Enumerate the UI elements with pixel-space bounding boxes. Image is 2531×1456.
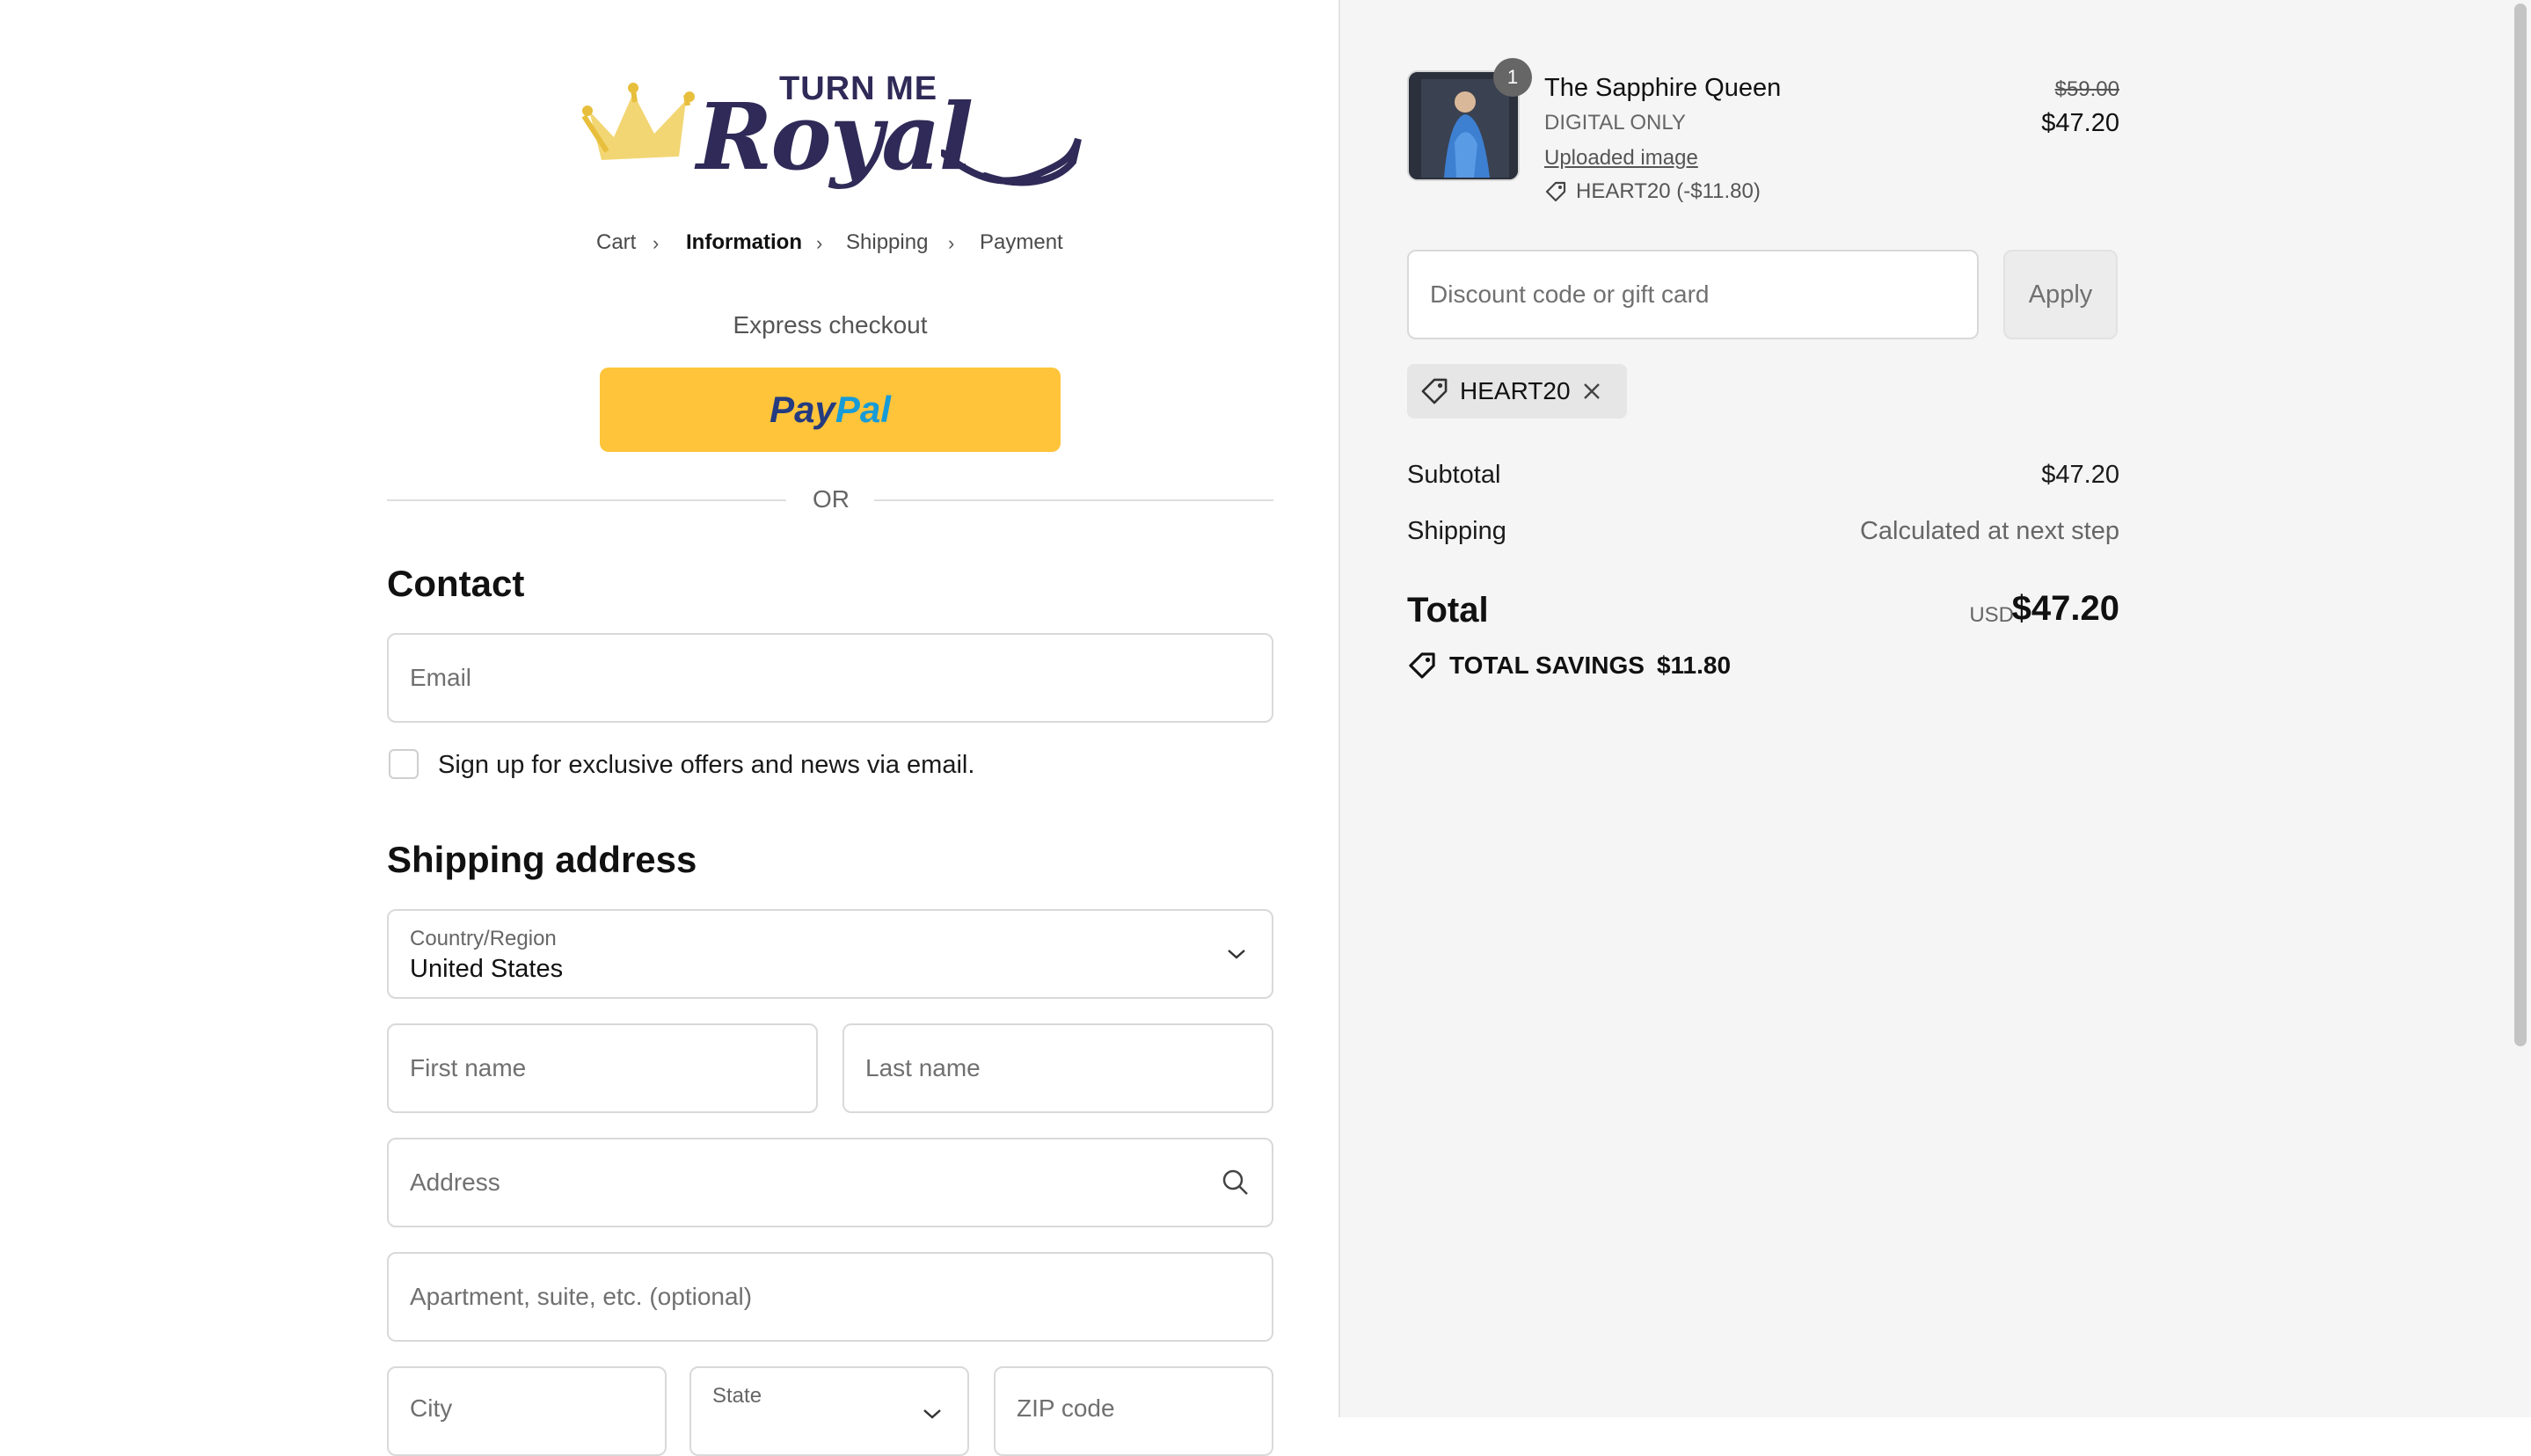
currency-code: USD <box>1969 603 2014 627</box>
original-price: $59.00 <box>2054 77 2119 101</box>
product-variant: DIGITAL ONLY <box>1544 111 1686 135</box>
tag-icon <box>1409 652 1435 679</box>
paypal-button[interactable]: PayPal <box>600 368 1061 452</box>
brand-logo[interactable]: TURN ME Royal <box>580 65 1082 197</box>
search-icon <box>1222 1169 1248 1195</box>
apartment-placeholder: Apartment, suite, etc. (optional) <box>410 1283 753 1310</box>
divider <box>874 499 1273 501</box>
country-value: United States <box>410 955 564 983</box>
logo-swash <box>941 137 1082 186</box>
apartment-field[interactable]: Apartment, suite, etc. (optional) <box>387 1252 1273 1342</box>
email-field[interactable]: Email <box>387 633 1273 723</box>
checkout-form-pane: TURN ME Royal Cart › Information › Shipp… <box>0 0 1338 1456</box>
savings-label: TOTAL SAVINGS <box>1449 652 1645 679</box>
paypal-pay-text: Pay <box>770 389 835 430</box>
paypal-pal-text: Pal <box>835 389 891 430</box>
state-label: State <box>712 1384 762 1408</box>
total-savings: TOTAL SAVINGS $11.80 <box>1407 651 1731 681</box>
country-label: Country/Region <box>410 927 557 950</box>
subtotal-label: Subtotal <box>1407 461 1501 489</box>
contact-title: Contact <box>387 563 525 604</box>
order-summary-pane <box>1338 0 2512 1417</box>
newsletter-checkbox[interactable] <box>389 749 419 779</box>
chevron-right-icon: › <box>653 232 660 254</box>
item-price: $47.20 <box>2041 109 2119 137</box>
applied-code-chip: HEART20 <box>1407 364 1627 419</box>
chevron-right-icon: › <box>948 232 955 254</box>
zip-field[interactable]: ZIP code <box>994 1366 1273 1456</box>
breadcrumb-cart[interactable]: Cart <box>596 230 636 255</box>
tag-icon <box>1421 378 1448 404</box>
breadcrumb-payment: Payment <box>980 230 1063 254</box>
applied-code-text: HEART20 <box>1460 377 1571 404</box>
or-label: OR <box>813 485 850 513</box>
first-name-field[interactable]: First name <box>387 1023 818 1113</box>
email-placeholder: Email <box>410 664 472 691</box>
discount-code-input[interactable]: Discount code or gift card <box>1407 250 1979 339</box>
city-placeholder: City <box>410 1394 453 1422</box>
item-discount-text: HEART20 (-$11.80) <box>1576 179 1761 203</box>
breadcrumb-shipping: Shipping <box>846 230 929 254</box>
zip-placeholder: ZIP code <box>1017 1394 1115 1422</box>
apply-button[interactable]: Apply <box>2003 250 2118 339</box>
shipping-value: Calculated at next step <box>1859 517 2119 545</box>
discount-placeholder: Discount code or gift card <box>1430 280 1710 308</box>
state-select[interactable]: State <box>689 1366 969 1456</box>
breadcrumb-information: Information <box>686 230 802 254</box>
quantity-badge: 1 <box>1493 58 1532 97</box>
address-field[interactable]: Address <box>387 1138 1273 1227</box>
country-select[interactable]: Country/Region United States <box>387 909 1273 999</box>
chevron-down-icon <box>1228 950 1245 959</box>
savings-value: $11.80 <box>1656 652 1732 679</box>
last-name-field[interactable]: Last name <box>842 1023 1273 1113</box>
divider <box>387 499 786 501</box>
chevron-down-icon <box>923 1409 941 1419</box>
scrollbar-thumb[interactable] <box>2514 4 2527 1046</box>
shipping-label: Shipping <box>1407 517 1506 545</box>
product-name: The Sapphire Queen <box>1544 74 1782 102</box>
item-discount: HEART20 (-$11.80) <box>1544 179 1761 204</box>
paypal-logo: PayPal <box>770 389 891 431</box>
city-field[interactable]: City <box>387 1366 667 1456</box>
crown-icon <box>581 83 695 160</box>
last-name-placeholder: Last name <box>865 1054 981 1081</box>
address-placeholder: Address <box>410 1168 500 1196</box>
tag-icon <box>1545 181 1566 202</box>
logo-main-text: Royal <box>697 83 974 191</box>
first-name-placeholder: First name <box>410 1054 527 1081</box>
total-value: $47.20 <box>2011 589 2119 628</box>
uploaded-image-link[interactable]: Uploaded image <box>1544 146 1698 171</box>
newsletter-label[interactable]: Sign up for exclusive offers and news vi… <box>438 751 974 780</box>
total-label: Total <box>1407 591 1489 630</box>
shipping-address-title: Shipping address <box>387 839 697 880</box>
close-icon[interactable] <box>1581 381 1602 402</box>
chevron-right-icon: › <box>816 232 823 254</box>
subtotal-value: $47.20 <box>2041 461 2119 489</box>
